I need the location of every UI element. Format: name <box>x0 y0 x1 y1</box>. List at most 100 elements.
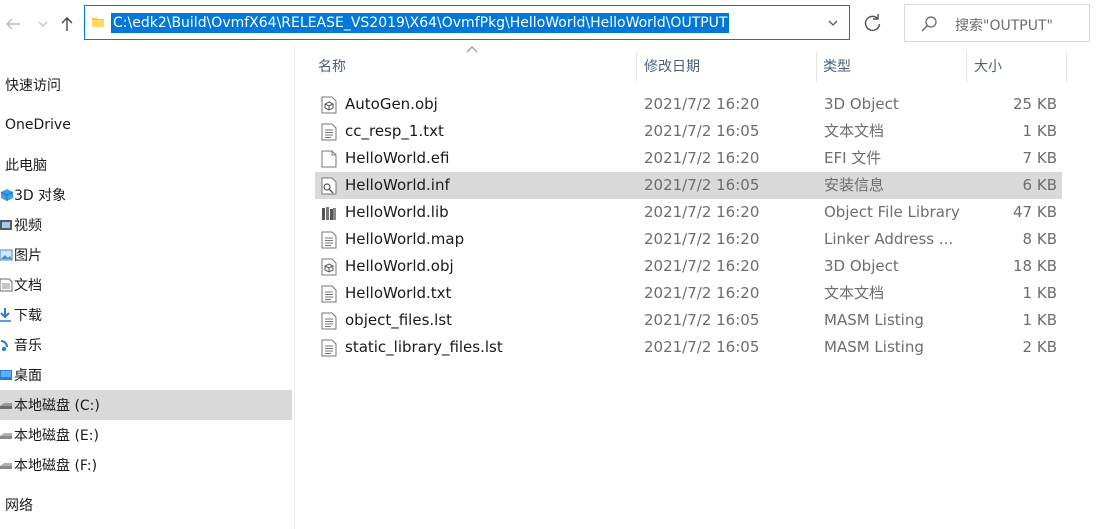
file-row[interactable]: HelloWorld.txt 2021/7/2 16:20 文本文档 1 KB <box>315 280 1062 307</box>
column-separator[interactable] <box>1066 52 1067 82</box>
file-type: 安装信息 <box>824 176 885 194</box>
column-separator[interactable] <box>636 52 637 82</box>
column-header-date-label: 修改日期 <box>644 59 700 75</box>
search-placeholder: 搜索"OUTPUT" <box>955 18 1053 34</box>
file-size: 1 KB <box>1022 284 1057 302</box>
sidebar-item-drive-c[interactable]: 本地磁盘 (C:) <box>0 390 292 420</box>
nav-this-pc-label: 此电脑 <box>5 158 47 174</box>
nav-onedrive-label: OneDrive <box>5 117 71 133</box>
column-header-name-label: 名称 <box>318 59 346 75</box>
sidebar-item-label: 本地磁盘 (E:) <box>14 428 99 444</box>
sidebar-item-videos[interactable]: 视频 <box>0 210 292 240</box>
pictures-icon <box>0 249 13 261</box>
3d-object-file-icon <box>321 96 337 114</box>
sidebar-item-label: 下载 <box>14 308 42 324</box>
file-row[interactable]: HelloWorld.efi 2021/7/2 16:20 EFI 文件 7 K… <box>315 145 1062 172</box>
search-icon <box>921 16 937 32</box>
column-header-type[interactable]: 类型 <box>817 52 965 82</box>
column-header-type-label: 类型 <box>823 59 851 75</box>
column-header-name[interactable]: 名称 <box>312 52 636 82</box>
file-date-modified: 2021/7/2 16:20 <box>644 284 760 302</box>
file-name: object_files.lst <box>345 311 453 329</box>
file-size: 8 KB <box>1022 230 1057 248</box>
address-input[interactable]: C:\edk2\Build\OvmfX64\RELEASE_VS2019\X64… <box>84 5 850 40</box>
file-row[interactable]: static_library_files.lst 2021/7/2 16:05 … <box>315 334 1062 361</box>
file-type: MASM Listing <box>824 311 924 329</box>
sidebar-item-pictures[interactable]: 图片 <box>0 240 292 270</box>
sidebar-item-label: 桌面 <box>14 368 42 384</box>
file-row[interactable]: HelloWorld.lib 2021/7/2 16:20 Object Fil… <box>315 199 1062 226</box>
file-name: AutoGen.obj <box>345 95 438 113</box>
sidebar-item-label: 音乐 <box>14 338 42 354</box>
pane-divider[interactable] <box>294 46 295 529</box>
text-file-icon <box>321 312 337 330</box>
file-row[interactable]: cc_resp_1.txt 2021/7/2 16:05 文本文档 1 KB <box>315 118 1062 145</box>
file-date-modified: 2021/7/2 16:05 <box>644 311 760 329</box>
file-type: Linker Address ... <box>824 230 954 248</box>
file-date-modified: 2021/7/2 16:20 <box>644 203 760 221</box>
3d-object-file-icon <box>321 258 337 276</box>
address-path-text[interactable]: C:\edk2\Build\OvmfX64\RELEASE_VS2019\X64… <box>111 13 730 33</box>
file-type: 文本文档 <box>824 284 885 302</box>
file-size: 25 KB <box>1013 95 1057 113</box>
nav-onedrive[interactable]: OneDrive <box>0 110 297 140</box>
file-type: 3D Object <box>824 95 899 113</box>
navigation-pane: 快速访问 OneDrive 此电脑 3D 对象 视频 图片 文档 下载 音乐 桌… <box>0 46 294 529</box>
file-date-modified: 2021/7/2 16:20 <box>644 257 760 275</box>
sidebar-item-3d-objects[interactable]: 3D 对象 <box>0 180 292 210</box>
file-row[interactable]: HelloWorld.obj 2021/7/2 16:20 3D Object … <box>315 253 1062 280</box>
nav-quick-access[interactable]: 快速访问 <box>0 70 297 100</box>
file-size: 1 KB <box>1022 122 1057 140</box>
file-size: 6 KB <box>1022 176 1057 194</box>
sidebar-item-desktop[interactable]: 桌面 <box>0 360 292 390</box>
file-date-modified: 2021/7/2 16:05 <box>644 122 760 140</box>
file-row[interactable]: HelloWorld.inf 2021/7/2 16:05 安装信息 6 KB <box>315 172 1062 199</box>
nav-network[interactable]: 网络 <box>0 490 297 520</box>
refresh-icon[interactable] <box>860 10 886 36</box>
nav-quick-access-label: 快速访问 <box>5 78 61 94</box>
generic-file-icon <box>321 150 337 168</box>
file-date-modified: 2021/7/2 16:20 <box>644 149 760 167</box>
nav-network-label: 网络 <box>5 498 33 514</box>
music-icon <box>0 340 8 352</box>
download-icon <box>0 308 11 322</box>
search-box[interactable]: 搜索"OUTPUT" <box>904 4 1090 42</box>
file-date-modified: 2021/7/2 16:05 <box>644 338 760 356</box>
drive-icon <box>0 403 12 409</box>
3d-objects-icon <box>0 189 14 201</box>
file-type: 3D Object <box>824 257 899 275</box>
sidebar-item-label: 3D 对象 <box>14 188 67 204</box>
library-file-icon <box>321 204 337 222</box>
text-file-icon <box>321 231 337 249</box>
up-arrow-icon[interactable] <box>56 12 78 36</box>
sidebar-item-music[interactable]: 音乐 <box>0 330 292 360</box>
nav-this-pc[interactable]: 此电脑 <box>0 150 297 180</box>
file-row[interactable]: object_files.lst 2021/7/2 16:05 MASM Lis… <box>315 307 1062 334</box>
sidebar-item-documents[interactable]: 文档 <box>0 270 292 300</box>
file-name: HelloWorld.obj <box>345 257 454 275</box>
file-name: HelloWorld.txt <box>345 284 452 302</box>
sidebar-item-drive-f[interactable]: 本地磁盘 (F:) <box>0 450 292 480</box>
file-type: EFI 文件 <box>824 149 882 167</box>
desktop-icon <box>0 370 12 380</box>
address-dropdown-icon[interactable] <box>825 14 841 32</box>
sidebar-item-downloads[interactable]: 下载 <box>0 300 292 330</box>
sidebar-item-label: 视频 <box>14 218 42 234</box>
sidebar-item-label: 文档 <box>14 278 42 294</box>
file-row[interactable]: HelloWorld.map 2021/7/2 16:20 Linker Add… <box>315 226 1062 253</box>
recent-dropdown-icon[interactable] <box>32 12 54 36</box>
sidebar-item-drive-e[interactable]: 本地磁盘 (E:) <box>0 420 292 450</box>
column-separator[interactable] <box>966 52 967 82</box>
file-row[interactable]: AutoGen.obj 2021/7/2 16:20 3D Object 25 … <box>315 91 1062 118</box>
column-header-size[interactable]: 大小 <box>968 52 1066 82</box>
file-size: 18 KB <box>1013 257 1057 275</box>
file-name: cc_resp_1.txt <box>345 122 444 140</box>
back-arrow-icon[interactable] <box>2 12 24 36</box>
column-header-date[interactable]: 修改日期 <box>638 52 816 82</box>
file-size: 7 KB <box>1022 149 1057 167</box>
file-date-modified: 2021/7/2 16:05 <box>644 176 760 194</box>
file-name: HelloWorld.efi <box>345 149 450 167</box>
file-name: static_library_files.lst <box>345 338 503 356</box>
video-icon <box>0 220 12 230</box>
text-file-icon <box>321 123 337 141</box>
